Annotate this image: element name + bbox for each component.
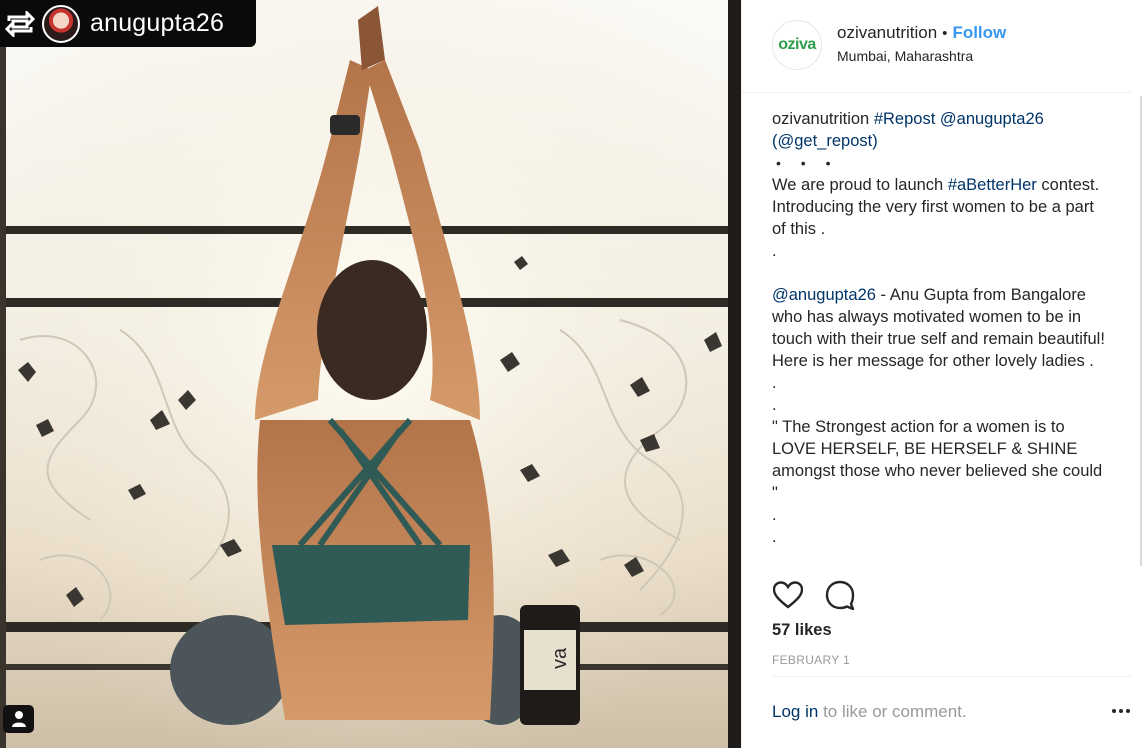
repost-icon xyxy=(4,8,36,40)
repost-username: anugupta26 xyxy=(90,9,225,37)
comment-icon[interactable] xyxy=(824,580,856,610)
username-row: ozivanutrition • Follow xyxy=(837,23,1006,43)
caption-quote: " The Strongest action for a women is to… xyxy=(772,418,1103,502)
login-link[interactable]: Log in xyxy=(772,702,818,721)
caption-dot: . xyxy=(772,396,777,414)
author-username[interactable]: ozivanutrition xyxy=(837,23,937,43)
caption-dot: . xyxy=(772,374,777,392)
post-header: oziva ozivanutrition • Follow Mumbai, Ma… xyxy=(742,0,1132,93)
hashtag-repost[interactable]: #Repost xyxy=(874,110,935,128)
heart-icon[interactable] xyxy=(772,580,804,610)
repost-avatar xyxy=(42,4,80,43)
post-photo[interactable]: va anugupta26 xyxy=(0,0,741,748)
hashtag-abetterher[interactable]: #aBetterHer xyxy=(948,176,1037,194)
author-avatar[interactable]: oziva xyxy=(772,20,822,70)
photo-scene: va xyxy=(0,0,741,748)
action-bar xyxy=(772,580,856,610)
bottle-label: va xyxy=(549,647,571,669)
caption-dots: • • • xyxy=(776,155,839,171)
separator-dot: • xyxy=(942,24,948,42)
location-link[interactable]: Mumbai, Maharashtra xyxy=(837,48,973,64)
login-prompt-text: to like or comment. xyxy=(823,702,967,721)
caption-dot: . xyxy=(772,242,777,260)
caption-dot: . xyxy=(772,506,777,524)
user-tag-icon[interactable] xyxy=(3,705,34,733)
brand-logo: oziva xyxy=(778,36,816,53)
post-caption: ozivanutrition #Repost @anugupta26 (@get… xyxy=(772,108,1107,548)
more-options-icon[interactable] xyxy=(1110,704,1132,718)
post-date[interactable]: FEBRUARY 1 xyxy=(772,653,850,667)
mention-get-repost[interactable]: (@get_repost) xyxy=(772,132,878,150)
post-panel: oziva ozivanutrition • Follow Mumbai, Ma… xyxy=(741,0,1142,748)
login-prompt: Log in to like or comment. xyxy=(772,702,967,722)
caption-text-p1-prefix: We are proud to launch xyxy=(772,176,944,194)
caption-dot: . xyxy=(772,528,777,546)
likes-count[interactable]: 57 likes xyxy=(772,621,832,640)
mention-anugupta26[interactable]: @anugupta26 xyxy=(940,110,1044,128)
follow-button[interactable]: Follow xyxy=(952,23,1006,43)
mention-anugupta26-body[interactable]: @anugupta26 xyxy=(772,286,876,304)
post-footer: Log in to like or comment. xyxy=(772,676,1132,748)
caption-author[interactable]: ozivanutrition xyxy=(772,110,869,128)
repost-banner[interactable]: anugupta26 xyxy=(0,0,256,47)
